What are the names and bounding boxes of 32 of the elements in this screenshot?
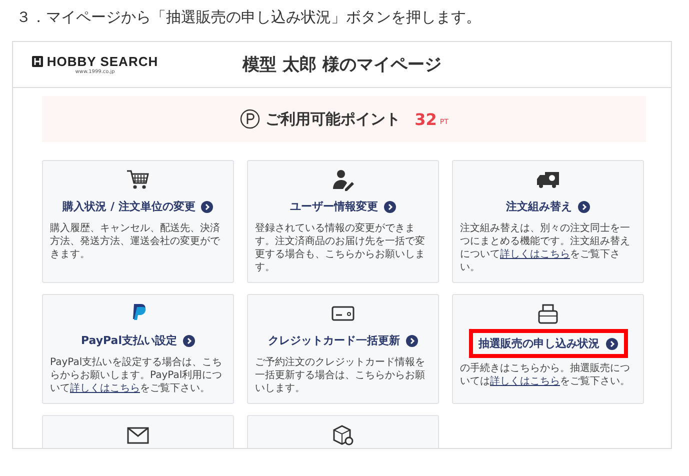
menu-card-title-button[interactable]: クレジットカード一括更新 [260,329,426,352]
card-description: 登録されている情報の変更ができます。注文済商品のお届け先を一括で変更する場合も、こちらからお願いします。 [255,222,426,274]
menu-card-title-button[interactable]: PayPal支払い設定 [73,329,203,352]
card-description: PayPal支払いを設定する場合は、こちらからお願いします。PayPal利用について詳しくはこちら をご覧下さい。 [50,356,224,395]
menu-card-title-button[interactable]: 購入状況 / 注文単位の変更 [54,195,222,218]
points-label: ご利用可能ポイント [266,110,401,128]
menu-card-title-button[interactable]: ユーザー情報変更 [282,195,404,218]
cart-icon [126,169,150,191]
logo-text: HOBBY SEARCH [46,54,158,69]
chevron-right-icon [201,200,214,212]
logo-icon [32,56,43,67]
menu-card-title-button[interactable]: 抽選販売の申し込み状況 [468,329,628,358]
page-title: 模型 太郎 様のマイページ [241,54,442,76]
instruction-text: ３．マイページから「抽選販売の申し込み状況」ボタンを押します。 [15,8,482,27]
card-description: の手続きはこちらから。抽選販売については詳しくはこちら をご覧下さい。 [460,362,631,388]
chevron-right-icon [578,200,590,212]
chevron-right-icon [384,200,396,212]
card-description: 購入履歴、キャンセル、配送先、決済方法、発送方法、運送会社の変更ができます。 [50,222,221,261]
card-description: ご予約注文のクレジットカード情報を一括更新する場合は、こちらからお願いします。 [255,356,426,395]
points-icon [240,109,260,129]
details-link[interactable]: 詳しくはこちら [70,383,140,394]
chevron-right-icon [182,334,195,346]
menu-card-title-button[interactable]: 注文組み替え [498,195,598,218]
user-edit-icon [331,169,355,191]
card-description: 注文組み替えは、別々の注文同士を一つにまとめる機能です。注文組み替えについて詳しくはこちら をご覧下さい。 [460,222,631,274]
chevron-right-icon [406,334,418,346]
chevron-right-icon [606,338,618,350]
points-value: 32 [414,110,437,128]
details-link[interactable]: 詳しくはこちら [490,376,560,387]
printer-icon [536,303,560,325]
truck-icon [536,169,560,191]
details-link[interactable]: 詳しくはこちら [500,249,570,260]
